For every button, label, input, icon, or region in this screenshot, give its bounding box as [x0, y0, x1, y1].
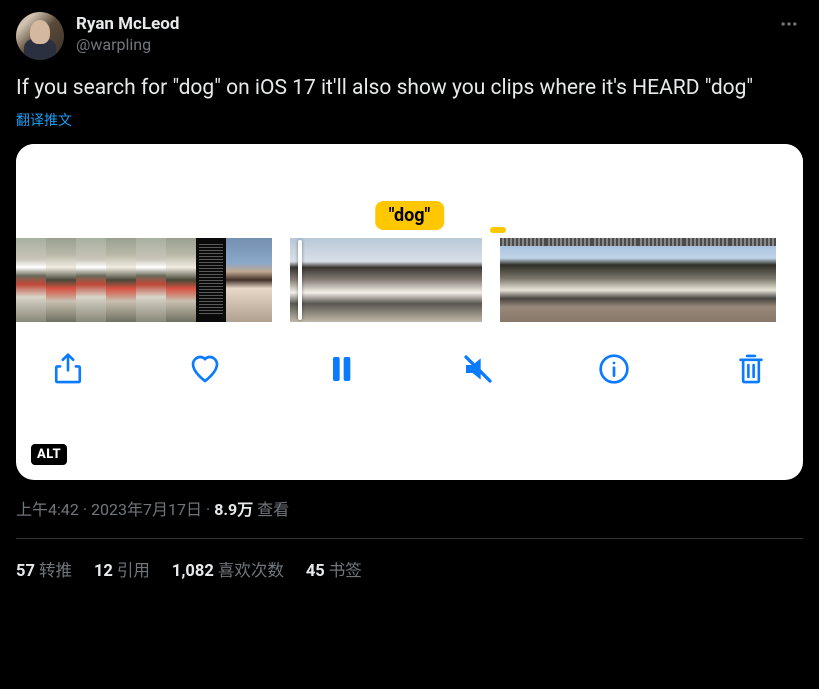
share-button[interactable]	[52, 352, 84, 386]
media-top-area: "dog"	[16, 144, 803, 234]
frame-thumb	[226, 238, 272, 322]
frame-thumb	[592, 238, 638, 322]
display-name: Ryan McLeod	[76, 14, 763, 34]
avatar[interactable]	[16, 12, 64, 60]
heart-icon	[189, 352, 221, 386]
speaker-muted-icon	[462, 352, 494, 386]
pause-icon	[325, 352, 357, 386]
filmstrip[interactable]	[16, 234, 803, 328]
frame-thumb	[76, 238, 106, 322]
tweet-header: Ryan McLeod @warpling	[16, 12, 803, 60]
clip-3[interactable]	[500, 238, 776, 328]
tweet-container: Ryan McLeod @warpling If you search for …	[0, 0, 819, 581]
info-icon	[598, 352, 630, 386]
frame-thumb	[136, 238, 166, 322]
frame-thumb	[434, 238, 482, 322]
frame-thumb	[16, 238, 46, 322]
tweet-meta: 上午4:42·2023年7月17日·8.9万 查看	[16, 480, 803, 539]
frame-thumb	[730, 238, 776, 322]
translate-link[interactable]: 翻译推文	[16, 110, 72, 130]
playhead-marker	[490, 227, 506, 233]
likes-stat[interactable]: 1,082喜欢次数	[172, 557, 284, 581]
frame-thumb	[106, 238, 136, 322]
tweet-text: If you search for "dog" on iOS 17 it'll …	[16, 74, 803, 102]
bookmarks-stat[interactable]: 45书签	[306, 557, 362, 581]
frame-thumb	[338, 238, 386, 322]
media-card[interactable]: "dog"	[16, 144, 803, 480]
like-button[interactable]	[189, 352, 221, 386]
frame-thumb	[386, 238, 434, 322]
frame-thumb	[46, 238, 76, 322]
alt-badge[interactable]: ALT	[30, 443, 68, 466]
frame-thumb	[290, 238, 338, 322]
frame-thumb	[196, 238, 226, 322]
clip-1[interactable]	[16, 238, 272, 328]
frame-thumb	[638, 238, 684, 322]
clip-2[interactable]	[290, 238, 482, 328]
frame-thumb	[166, 238, 196, 322]
tweet-time[interactable]: 上午4:42	[16, 500, 79, 519]
share-icon	[52, 352, 84, 386]
info-button[interactable]	[598, 352, 630, 386]
retweets-stat[interactable]: 57转推	[16, 557, 72, 581]
trash-icon	[735, 352, 767, 386]
author-names[interactable]: Ryan McLeod @warpling	[76, 14, 763, 54]
tweet-stats: 57转推 12引用 1,082喜欢次数 45书签	[16, 539, 803, 581]
views-count: 8.9万	[214, 500, 253, 519]
media-toolbar	[16, 328, 803, 410]
more-button[interactable]	[775, 10, 803, 43]
frame-thumb	[500, 238, 546, 322]
views-label: 查看	[257, 500, 289, 519]
delete-button[interactable]	[735, 352, 767, 386]
search-keyword-tag: "dog"	[375, 201, 445, 230]
frame-thumb	[684, 238, 730, 322]
mute-button[interactable]	[462, 352, 494, 386]
pause-button[interactable]	[325, 352, 357, 386]
frame-thumb	[546, 238, 592, 322]
ellipsis-icon	[779, 14, 799, 34]
tweet-date[interactable]: 2023年7月17日	[91, 500, 202, 519]
quotes-stat[interactable]: 12引用	[94, 557, 150, 581]
handle: @warpling	[76, 35, 763, 54]
